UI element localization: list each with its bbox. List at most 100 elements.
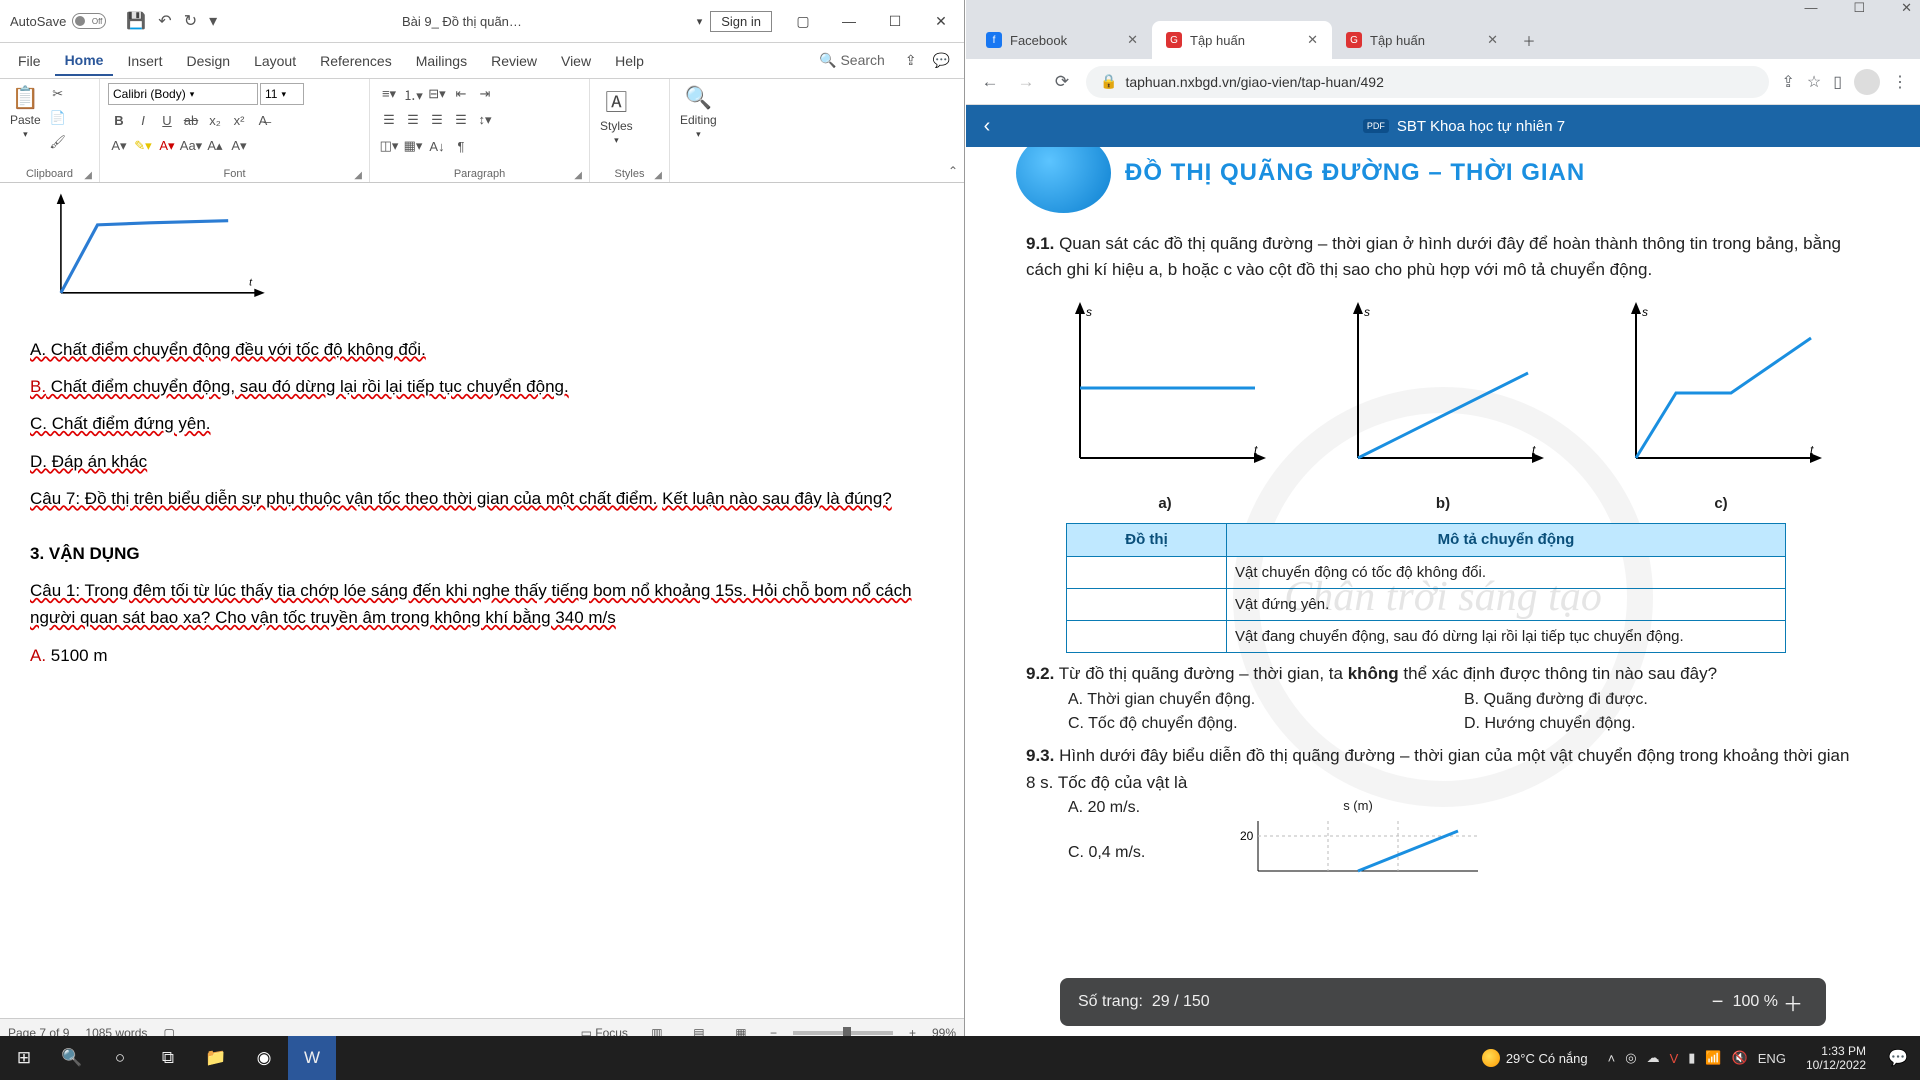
font-name-combo[interactable]: Calibri (Body)▾	[108, 83, 258, 105]
format-painter-icon[interactable]: 🖌	[47, 131, 69, 153]
indent-dec-icon[interactable]: ⇤	[450, 83, 472, 105]
search-box[interactable]: 🔍 Search	[809, 52, 895, 69]
document-area[interactable]: t A. Chất điểm chuyển động đều với tốc đ…	[0, 183, 964, 1018]
align-right-icon[interactable]: ☰	[426, 109, 448, 131]
browser-tab-taphuan[interactable]: G Tập huấn ✕	[1332, 21, 1512, 59]
task-view-icon[interactable]: ⧉	[144, 1036, 192, 1080]
share-icon[interactable]: ⇪	[899, 52, 923, 69]
change-case-icon[interactable]: Aa▾	[180, 135, 202, 157]
subscript-button[interactable]: x₂	[204, 109, 226, 131]
tab-references[interactable]: References	[310, 47, 402, 75]
launcher-icon[interactable]: ◢	[354, 170, 362, 181]
nav-back-icon[interactable]: ←	[978, 72, 1002, 92]
launcher-icon[interactable]: ◢	[654, 170, 662, 181]
location-icon[interactable]: ◎	[1625, 1050, 1636, 1066]
zoom-out-icon[interactable]: −	[1703, 991, 1733, 1014]
tab-design[interactable]: Design	[176, 47, 240, 75]
docname-more-icon[interactable]: ▾	[697, 15, 703, 28]
bookmark-icon[interactable]: ☆	[1807, 72, 1821, 92]
tab-insert[interactable]: Insert	[117, 47, 172, 75]
show-marks-icon[interactable]: ¶	[450, 135, 472, 157]
sort-icon[interactable]: A↓	[426, 135, 448, 157]
notifications-icon[interactable]: 💬	[1876, 1048, 1920, 1068]
zoom-slider[interactable]	[793, 1031, 893, 1035]
tab-file[interactable]: File	[8, 47, 51, 75]
explorer-icon[interactable]: 📁	[192, 1036, 240, 1080]
maximize-icon[interactable]: ☐	[872, 13, 918, 30]
numbering-icon[interactable]: ⒈▾	[402, 83, 424, 105]
close-icon[interactable]: ✕	[918, 13, 964, 30]
borders-icon[interactable]: ▦▾	[402, 135, 424, 157]
battery-icon[interactable]: ▮	[1688, 1050, 1695, 1066]
taskbar-search-icon[interactable]: 🔍	[48, 1036, 96, 1080]
save-icon[interactable]: 💾	[126, 11, 146, 31]
launcher-icon[interactable]: ◢	[84, 170, 92, 181]
tab-mailings[interactable]: Mailings	[406, 47, 477, 75]
underline-button[interactable]: U	[156, 109, 178, 131]
justify-icon[interactable]: ☰	[450, 109, 472, 131]
tab-close-icon[interactable]: ✕	[1307, 32, 1318, 48]
sidepanel-icon[interactable]: ▯	[1833, 72, 1842, 92]
font-color-icon[interactable]: A▾	[156, 135, 178, 157]
pdf-back-icon[interactable]: ‹	[966, 115, 1008, 138]
browser-tab-facebook[interactable]: f Facebook ✕	[972, 21, 1152, 59]
text-effects-icon[interactable]: A▾	[108, 135, 130, 157]
grow-font-icon[interactable]: A▴	[204, 135, 226, 157]
chrome-maximize-icon[interactable]: ☐	[1853, 0, 1865, 16]
chrome-close-icon[interactable]: ✕	[1901, 0, 1912, 16]
nav-forward-icon[interactable]: →	[1014, 72, 1038, 92]
tray-chevron-icon[interactable]: ˄	[1608, 1051, 1616, 1066]
collapse-ribbon-icon[interactable]: ⌃	[948, 164, 958, 178]
shading-icon[interactable]: ◫▾	[378, 135, 400, 157]
autosave[interactable]: AutoSave Off	[0, 13, 116, 29]
paste-button[interactable]: 📋 Paste ▾	[8, 83, 43, 142]
bold-button[interactable]: B	[108, 109, 130, 131]
align-left-icon[interactable]: ☰	[378, 109, 400, 131]
taskbar-clock[interactable]: 1:33 PM 10/12/2022	[1796, 1044, 1876, 1073]
line-spacing-icon[interactable]: ↕▾	[474, 109, 496, 131]
indent-inc-icon[interactable]: ⇥	[474, 83, 496, 105]
highlight-icon[interactable]: ✎▾	[132, 135, 154, 157]
launcher-icon[interactable]: ◢	[574, 170, 582, 181]
font-size-combo[interactable]: 11▾	[260, 83, 304, 105]
minimize-icon[interactable]: —	[826, 13, 872, 29]
zoom-in-icon[interactable]: ＋	[1778, 988, 1808, 1017]
onedrive-icon[interactable]: ☁	[1647, 1050, 1660, 1066]
address-bar[interactable]: 🔒 taphuan.nxbgd.vn/giao-vien/tap-huan/49…	[1086, 66, 1769, 98]
chrome-minimize-icon[interactable]: —	[1804, 0, 1817, 15]
strike-button[interactable]: ab	[180, 109, 202, 131]
language-indicator[interactable]: ENG	[1758, 1051, 1786, 1066]
editing-button[interactable]: 🔍Editing▾	[678, 83, 719, 142]
comments-icon[interactable]: 💬	[927, 52, 956, 69]
autosave-toggle[interactable]: Off	[72, 13, 106, 29]
tab-view[interactable]: View	[551, 47, 601, 75]
tab-review[interactable]: Review	[481, 47, 547, 75]
word-taskbar-icon[interactable]: W	[288, 1036, 336, 1080]
align-center-icon[interactable]: ☰	[402, 109, 424, 131]
chrome-menu-icon[interactable]: ⋮	[1892, 72, 1908, 92]
antivirus-icon[interactable]: V	[1670, 1051, 1679, 1066]
browser-tab-taphuan-active[interactable]: G Tập huấn ✕	[1152, 21, 1332, 59]
ribbon-display-icon[interactable]: ▢	[780, 13, 826, 30]
tab-close-icon[interactable]: ✕	[1127, 32, 1138, 48]
weather-widget[interactable]: 29°C Có nắng	[1472, 1049, 1598, 1067]
share-page-icon[interactable]: ⇪	[1781, 72, 1794, 92]
copy-icon[interactable]: 📄	[47, 107, 69, 129]
tab-home[interactable]: Home	[55, 46, 114, 76]
redo-icon[interactable]: ↻	[184, 11, 197, 31]
superscript-button[interactable]: x²	[228, 109, 250, 131]
new-tab-button[interactable]: ＋	[1512, 21, 1546, 59]
undo-icon[interactable]: ↶	[158, 11, 171, 31]
chrome-icon[interactable]: ◉	[240, 1036, 288, 1080]
clear-format-icon[interactable]: A̶	[252, 109, 274, 131]
wifi-icon[interactable]: 📶	[1705, 1050, 1721, 1066]
reload-icon[interactable]: ⟳	[1050, 72, 1074, 92]
styles-button[interactable]: 🄰Styles▾	[598, 83, 635, 148]
start-button[interactable]: ⊞	[0, 1036, 48, 1080]
profile-avatar[interactable]	[1854, 69, 1880, 95]
tab-help[interactable]: Help	[605, 47, 654, 75]
pdf-page[interactable]: Chân trời sáng tạo ĐỒ THỊ QUÃNG ĐƯỜNG – …	[966, 147, 1920, 1046]
tab-layout[interactable]: Layout	[244, 47, 306, 75]
tab-close-icon[interactable]: ✕	[1487, 32, 1498, 48]
cortana-icon[interactable]: ○	[96, 1036, 144, 1080]
